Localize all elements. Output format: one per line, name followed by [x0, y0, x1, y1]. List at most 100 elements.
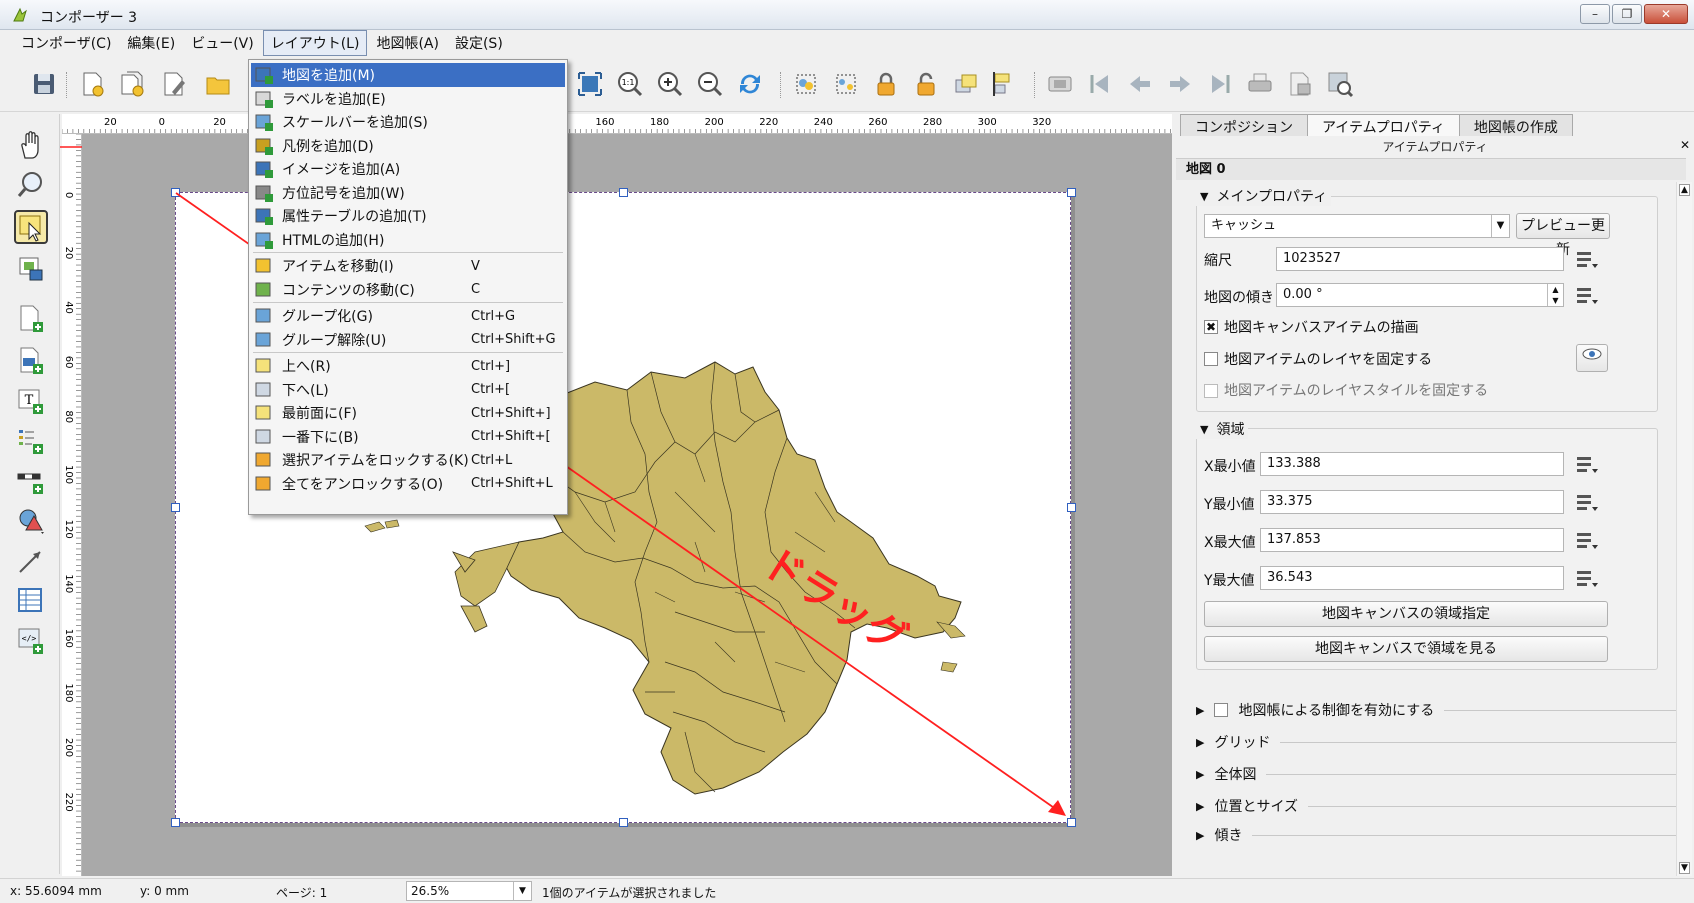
menu-settings[interactable]: 設定(S) — [448, 31, 510, 55]
layout-menu-item[interactable]: 地図を追加(M) — [251, 63, 565, 87]
layout-menu-item[interactable]: ラベルを追加(E) — [251, 87, 565, 111]
new-composer-icon[interactable] — [78, 70, 106, 98]
add-html-tool-icon[interactable]: </> — [16, 626, 46, 656]
layout-menu-item[interactable]: 下へ(L) Ctrl+[ — [251, 378, 565, 402]
ungroup-items-icon[interactable] — [832, 70, 860, 98]
resize-handle-bottom[interactable] — [619, 818, 628, 827]
resize-handle-left[interactable] — [171, 503, 180, 512]
resize-handle-top[interactable] — [619, 188, 628, 197]
atlas-control-checkbox[interactable] — [1214, 703, 1229, 717]
add-legend-tool-icon[interactable] — [16, 426, 46, 456]
layout-menu-item[interactable]: イメージを追加(A) — [251, 157, 565, 181]
lock-styles-checkbox[interactable] — [1204, 384, 1218, 398]
properties-scrollbar[interactable]: ▲ ▼ — [1676, 182, 1692, 876]
layout-menu-item[interactable]: HTMLの追加(H) — [251, 228, 565, 252]
resize-handle-top-left[interactable] — [171, 188, 180, 197]
draw-canvas-items-checkbox[interactable]: ✖ — [1204, 320, 1218, 334]
main-properties-title[interactable]: ▼ メインプロパティ — [1196, 186, 1332, 206]
first-feature-icon[interactable] — [1086, 70, 1114, 98]
layout-menu-item[interactable]: 最前面に(F) Ctrl+Shift+] — [251, 401, 565, 425]
spin-arrows-icon[interactable]: ▲ ▼ — [1547, 284, 1563, 306]
menu-composer[interactable]: コンポーザ(C) — [14, 31, 118, 55]
layout-menu-item[interactable]: グループ解除(U) Ctrl+Shift+G — [251, 328, 565, 352]
duplicate-composer-icon[interactable] — [118, 70, 146, 98]
zoom-in-icon[interactable] — [656, 70, 684, 98]
open-template-icon[interactable] — [204, 70, 232, 98]
print-atlas-icon[interactable] — [1246, 70, 1274, 98]
add-shape-tool-icon[interactable] — [16, 506, 46, 536]
data-defined-icon[interactable] — [1574, 249, 1600, 271]
move-content-icon[interactable] — [16, 254, 46, 284]
tab-composition[interactable]: コンポジション — [1180, 114, 1308, 136]
last-feature-icon[interactable] — [1206, 70, 1234, 98]
data-defined-icon[interactable] — [1574, 454, 1600, 476]
add-arrow-tool-icon[interactable] — [16, 546, 46, 576]
xmax-input[interactable]: 137.853 — [1260, 528, 1564, 552]
atlas-settings-icon[interactable] — [1326, 70, 1354, 98]
atlas-control-group[interactable]: ▶ 地図帳による制御を有効にする — [1196, 700, 1676, 720]
menu-edit[interactable]: 編集(E) — [120, 31, 182, 55]
ymax-input[interactable]: 36.543 — [1260, 566, 1564, 590]
lock-items-icon[interactable] — [872, 70, 900, 98]
layout-menu-item[interactable]: 一番下に(B) Ctrl+Shift+[ — [251, 425, 565, 449]
atlas-preview-icon[interactable] — [1046, 70, 1074, 98]
add-scalebar-tool-icon[interactable] — [16, 466, 46, 496]
next-feature-icon[interactable] — [1166, 70, 1194, 98]
scale-input[interactable]: 1023527 — [1276, 247, 1564, 271]
zoom-tool-icon[interactable] — [16, 170, 46, 200]
layout-menu-item[interactable]: 上へ(R) Ctrl+] — [251, 354, 565, 378]
zoom-actual-icon[interactable]: 1:1 — [616, 70, 644, 98]
resize-handle-bottom-right[interactable] — [1067, 818, 1076, 827]
layer-visibility-button[interactable] — [1576, 344, 1608, 372]
lock-layers-checkbox[interactable] — [1204, 352, 1218, 366]
position-size-group[interactable]: ▶ 位置とサイズ — [1196, 796, 1676, 816]
add-label-tool-icon[interactable]: T — [16, 386, 46, 416]
save-icon[interactable] — [30, 70, 58, 98]
add-new-page-icon[interactable] — [16, 304, 46, 334]
layout-menu-item[interactable]: コンテンツの移動(C) C — [251, 278, 565, 302]
rotation-spinbox[interactable]: 0.00 ° ▲ ▼ — [1276, 283, 1564, 307]
align-items-icon[interactable] — [990, 70, 1018, 98]
minimize-button[interactable]: – — [1580, 4, 1610, 24]
composer-manager-icon[interactable] — [160, 70, 188, 98]
dock-close-icon[interactable]: ✕ — [1680, 138, 1690, 152]
data-defined-icon[interactable] — [1574, 530, 1600, 552]
pan-hand-icon[interactable] — [16, 130, 46, 160]
zoom-out-icon[interactable] — [696, 70, 724, 98]
view-extent-in-canvas-button[interactable]: 地図キャンバスで領域を見る — [1204, 636, 1608, 662]
layout-menu-item[interactable]: 全てをアンロックする(O) Ctrl+Shift+L — [251, 472, 565, 496]
tab-atlas-generation[interactable]: 地図帳の作成 — [1458, 114, 1573, 136]
extent-title[interactable]: ▼ 領域 — [1196, 419, 1249, 439]
rotation-group[interactable]: ▶ 傾き — [1196, 828, 1676, 842]
layout-menu-item[interactable]: アイテムを移動(I) V — [251, 254, 565, 278]
data-defined-icon[interactable] — [1574, 568, 1600, 590]
refresh-icon[interactable] — [736, 70, 764, 98]
raise-items-icon[interactable] — [952, 70, 980, 98]
layout-menu-item[interactable]: グループ化(G) Ctrl+G — [251, 304, 565, 328]
zoom-level-select[interactable]: 26.5% ▼ — [406, 881, 532, 901]
unlock-items-icon[interactable] — [912, 70, 940, 98]
layout-menu-item[interactable]: 選択アイテムをロックする(K) Ctrl+L — [251, 448, 565, 472]
data-defined-icon[interactable] — [1574, 285, 1600, 307]
zoom-full-icon[interactable] — [576, 70, 604, 98]
layout-menu-item[interactable]: 属性テーブルの追加(T) — [251, 204, 565, 228]
xmin-input[interactable]: 133.388 — [1260, 452, 1564, 476]
grid-group[interactable]: ▶ グリッド — [1196, 732, 1676, 752]
data-defined-icon[interactable] — [1574, 492, 1600, 514]
close-button[interactable]: ✕ — [1644, 4, 1688, 24]
layout-menu-item[interactable]: スケールバーを追加(S) — [251, 110, 565, 134]
restore-button[interactable]: ❐ — [1612, 4, 1642, 24]
overview-group[interactable]: ▶ 全体図 — [1196, 764, 1676, 784]
layout-menu-item[interactable]: 凡例を追加(D) — [251, 134, 565, 158]
add-table-tool-icon[interactable] — [16, 586, 46, 616]
group-items-icon[interactable] — [792, 70, 820, 98]
menu-atlas[interactable]: 地図帳(A) — [369, 31, 446, 55]
set-to-canvas-extent-button[interactable]: 地図キャンバスの領域指定 — [1204, 601, 1608, 627]
resize-handle-top-right[interactable] — [1067, 188, 1076, 197]
cache-mode-select[interactable]: キャッシュ ▼ — [1204, 214, 1510, 238]
menu-view[interactable]: ビュー(V) — [184, 31, 261, 55]
update-preview-button[interactable]: プレビュー更新 — [1516, 213, 1610, 258]
tab-item-properties[interactable]: アイテムプロパティ — [1307, 114, 1460, 136]
resize-handle-bottom-left[interactable] — [171, 818, 180, 827]
layout-menu-item[interactable]: 方位記号を追加(W) — [251, 181, 565, 205]
